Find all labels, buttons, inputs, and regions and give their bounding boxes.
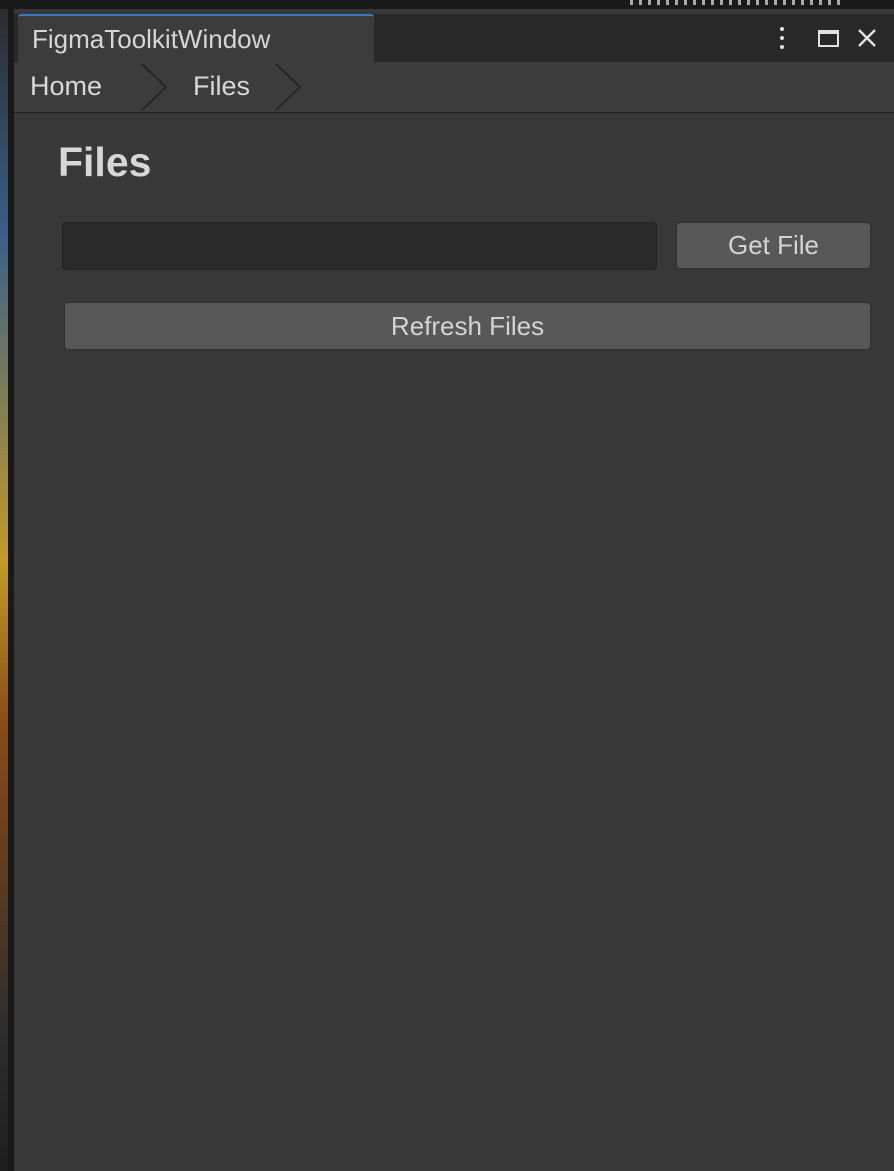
breadcrumb-item-files[interactable]: Files xyxy=(148,62,302,112)
kebab-menu-button[interactable] xyxy=(770,20,794,56)
editor-top-strip xyxy=(0,0,894,9)
maximize-button[interactable] xyxy=(811,20,845,56)
tab-bar: FigmaToolkitWindow xyxy=(14,14,894,62)
file-key-input[interactable] xyxy=(62,222,657,270)
breadcrumb-label: Home xyxy=(30,71,103,101)
files-panel: Files Get File Refresh Files xyxy=(14,113,894,1171)
tab-title: FigmaToolkitWindow xyxy=(32,24,271,54)
refresh-files-button[interactable]: Refresh Files xyxy=(64,302,871,350)
close-button[interactable] xyxy=(850,20,884,56)
page-title: Files xyxy=(58,139,152,185)
breadcrumb-label: Files xyxy=(193,71,251,101)
editor-page: FigmaToolkitWindow Home Files Files Get … xyxy=(0,0,894,1171)
kebab-menu-icon xyxy=(780,27,784,49)
figma-toolkit-window: FigmaToolkitWindow Home Files Files Get … xyxy=(14,9,894,1171)
chevron-right-icon xyxy=(275,63,302,111)
get-file-button[interactable]: Get File xyxy=(676,222,871,269)
top-strip-marks xyxy=(630,0,840,5)
close-icon xyxy=(858,29,876,47)
breadcrumb: Home Files xyxy=(14,62,894,113)
maximize-icon xyxy=(817,29,839,47)
tab-figma-toolkit-window[interactable]: FigmaToolkitWindow xyxy=(18,14,374,62)
